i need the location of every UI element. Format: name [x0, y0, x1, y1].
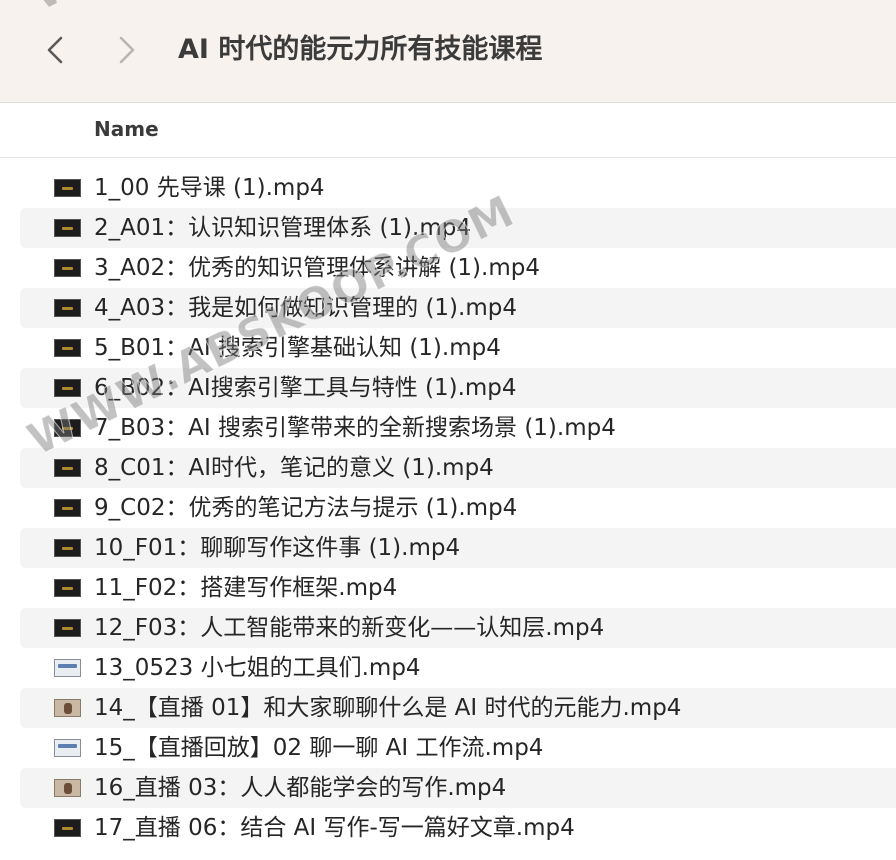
file-name: 9_C02：优秀的笔记方法与提示 (1).mp4 — [94, 495, 518, 521]
file-row[interactable]: 17_直播 06：结合 AI 写作-写一篇好文章.mp4 — [20, 808, 896, 848]
video-thumbnail-icon — [54, 419, 81, 437]
file-name: 8_C01：AI时代，笔记的意义 (1).mp4 — [94, 455, 494, 481]
forward-button[interactable] — [112, 30, 142, 70]
file-row[interactable]: 11_F02：搭建写作框架.mp4 — [20, 568, 896, 608]
file-row[interactable]: 1_00 先导课 (1).mp4 — [20, 168, 896, 208]
chevron-right-icon — [119, 36, 135, 64]
video-thumbnail-icon — [54, 579, 81, 597]
file-name: 16_直播 03：人人都能学会的写作.mp4 — [94, 775, 507, 801]
video-thumbnail-icon — [54, 179, 81, 197]
file-row[interactable]: 2_A01：认识知识管理体系 (1).mp4 — [20, 208, 896, 248]
chevron-left-icon — [47, 36, 63, 64]
file-name: 11_F02：搭建写作框架.mp4 — [94, 575, 398, 601]
file-row[interactable]: 7_B03：AI 搜索引擎带来的全新搜索场景 (1).mp4 — [20, 408, 896, 448]
video-thumbnail-icon — [54, 339, 81, 357]
file-name: 17_直播 06：结合 AI 写作-写一篇好文章.mp4 — [94, 815, 575, 841]
file-name: 5_B01：AI 搜索引擎基础认知 (1).mp4 — [94, 335, 501, 361]
video-thumbnail-icon — [54, 539, 81, 557]
file-row[interactable]: 15_【直播回放】02 聊一聊 AI 工作流.mp4 — [20, 728, 896, 768]
file-row[interactable]: 4_A03：我是如何做知识管理的 (1).mp4 — [20, 288, 896, 328]
file-name: 6_B02：AI搜索引擎工具与特性 (1).mp4 — [94, 375, 517, 401]
file-name: 15_【直播回放】02 聊一聊 AI 工作流.mp4 — [94, 735, 544, 761]
video-thumbnail-icon — [54, 739, 81, 757]
file-name: 4_A03：我是如何做知识管理的 (1).mp4 — [94, 295, 517, 321]
file-name: 2_A01：认识知识管理体系 (1).mp4 — [94, 215, 471, 241]
video-thumbnail-icon — [54, 619, 81, 637]
video-thumbnail-icon — [54, 219, 81, 237]
file-row[interactable]: 16_直播 03：人人都能学会的写作.mp4 — [20, 768, 896, 808]
file-row[interactable]: 9_C02：优秀的笔记方法与提示 (1).mp4 — [20, 488, 896, 528]
file-row[interactable]: 8_C01：AI时代，笔记的意义 (1).mp4 — [20, 448, 896, 488]
video-thumbnail-icon — [54, 659, 81, 677]
list-header: Name — [0, 103, 896, 158]
file-row[interactable]: 6_B02：AI搜索引擎工具与特性 (1).mp4 — [20, 368, 896, 408]
file-name: 13_0523 小七姐的工具们.mp4 — [94, 655, 421, 681]
video-thumbnail-icon — [54, 819, 81, 837]
video-thumbnail-icon — [54, 259, 81, 277]
video-thumbnail-icon — [54, 779, 81, 797]
video-thumbnail-icon — [54, 379, 81, 397]
file-row[interactable]: 5_B01：AI 搜索引擎基础认知 (1).mp4 — [20, 328, 896, 368]
file-name: 14_【直播 01】和大家聊聊什么是 AI 时代的元能力.mp4 — [94, 695, 682, 721]
file-name: 12_F03：人工智能带来的新变化——认知层.mp4 — [94, 615, 605, 641]
file-list: 1_00 先导课 (1).mp4 2_A01：认识知识管理体系 (1).mp4 3_… — [0, 168, 896, 848]
video-thumbnail-icon — [54, 299, 81, 317]
back-button[interactable] — [40, 30, 70, 70]
window-title: AI 时代的能元力所有技能课程 — [178, 34, 543, 65]
file-name: 10_F01：聊聊写作这件事 (1).mp4 — [94, 535, 461, 561]
name-column-header[interactable]: Name — [94, 103, 159, 155]
file-name: 3_A02：优秀的知识管理体系讲解 (1).mp4 — [94, 255, 540, 281]
video-thumbnail-icon — [54, 499, 81, 517]
file-row[interactable]: 3_A02：优秀的知识管理体系讲解 (1).mp4 — [20, 248, 896, 288]
file-row[interactable]: 12_F03：人工智能带来的新变化——认知层.mp4 — [20, 608, 896, 648]
file-name: 1_00 先导课 (1).mp4 — [94, 175, 325, 201]
finder-window: AI 时代的能元力所有技能课程 Name 1_00 先导课 (1).mp4 2_A… — [0, 0, 896, 860]
file-name: 7_B03：AI 搜索引擎带来的全新搜索场景 (1).mp4 — [94, 415, 616, 441]
video-thumbnail-icon — [54, 459, 81, 477]
video-thumbnail-icon — [54, 699, 81, 717]
toolbar: AI 时代的能元力所有技能课程 — [0, 0, 896, 103]
file-row[interactable]: 13_0523 小七姐的工具们.mp4 — [20, 648, 896, 688]
file-row[interactable]: 10_F01：聊聊写作这件事 (1).mp4 — [20, 528, 896, 568]
file-row[interactable]: 14_【直播 01】和大家聊聊什么是 AI 时代的元能力.mp4 — [20, 688, 896, 728]
